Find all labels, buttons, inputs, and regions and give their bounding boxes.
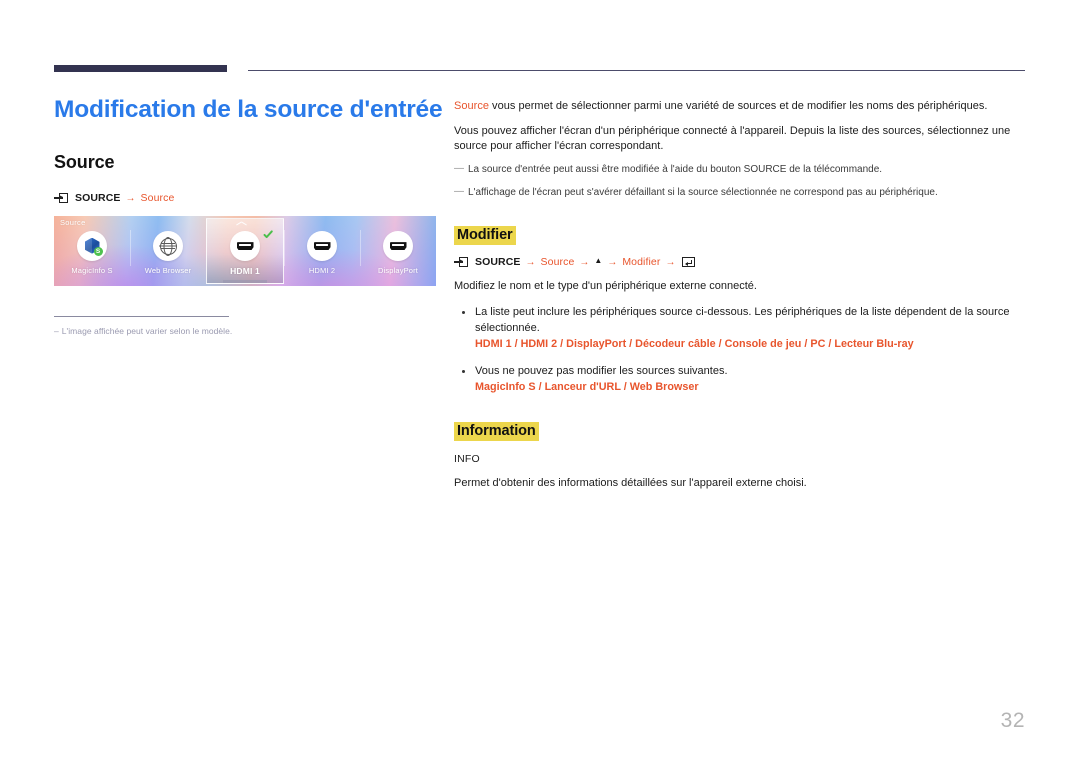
source-item-label: HDMI 2 — [308, 266, 336, 276]
document-page: Modification de la source d'entrée Sourc… — [0, 0, 1080, 763]
source-item-web-browser[interactable]: Web Browser — [130, 224, 206, 286]
intro-note-2: — L'affichage de l'écran peut s'avérer d… — [454, 186, 1026, 201]
breadcrumb-target: Source — [140, 192, 175, 205]
breadcrumb-arrow-icon: → — [125, 192, 136, 204]
bullet-text: La liste peut inclure les périphériques … — [475, 305, 1010, 334]
footnote-rule — [54, 316, 229, 318]
information-description: Permet d'obtenir des informations détail… — [454, 476, 807, 489]
magicinfo-badge: S — [93, 247, 103, 257]
source-item-label: DisplayPort — [378, 266, 418, 276]
source-item-displayport[interactable]: DisplayPort — [360, 224, 436, 286]
breadcrumb-key-label: SOURCE — [75, 192, 121, 205]
breadcrumb-arrow-icon: → — [579, 256, 590, 268]
source-key-icon — [454, 257, 468, 268]
item-divider — [284, 230, 285, 267]
intro-paragraph-2: Vous pouvez afficher l'écran d'un périph… — [454, 124, 1011, 153]
source-item-label: Web Browser — [144, 266, 192, 276]
source-item-label: HDMI 1 — [230, 266, 260, 277]
globe-icon — [159, 237, 177, 255]
bullet-text: Vous ne pouvez pas modifier les sources … — [475, 364, 728, 377]
breadcrumb-arrow-icon: → — [665, 256, 676, 268]
tv-stand — [223, 280, 267, 284]
footnote-body: L'image affichée peut varier selon le mo… — [61, 326, 233, 337]
note-text: L'affichage de l'écran peut s'avérer déf… — [468, 186, 938, 198]
source-item-hdmi-2[interactable]: HDMI 2 — [284, 224, 360, 286]
note-dash-icon: — — [454, 185, 464, 197]
bullet-device-list: HDMI 1 / HDMI 2 / DisplayPort / Décodeur… — [475, 338, 914, 351]
intro-paragraph-1: Source vous permet de sélectionner parmi… — [454, 99, 1026, 115]
heading-information: Information — [454, 421, 539, 441]
section-heading-source: Source — [54, 152, 115, 173]
header-rule-thick — [54, 65, 227, 72]
source-icon-wrap — [153, 231, 183, 262]
intro-note-1: — La source d'entrée peut aussi être mod… — [454, 163, 1026, 178]
source-key-icon — [54, 193, 68, 204]
heading-modifier: Modifier — [454, 226, 516, 246]
list-item: La liste peut inclure les périphériques … — [454, 305, 1026, 353]
right-column: Source vous permet de sélectionner parmi… — [454, 99, 1026, 492]
intro-lead-rest: vous permet de sélectionner parmi une va… — [488, 100, 988, 112]
check-icon — [262, 230, 274, 239]
breadcrumb-arrow-icon: → — [525, 256, 536, 268]
source-list: S MagicInfo S Web Browser HDMI 1 HDMI 2 … — [54, 218, 436, 286]
page-number: 32 — [1000, 709, 1025, 732]
breadcrumb-modifier: SOURCE → Source → ▲ → Modifier → — [454, 256, 1026, 268]
breadcrumb-arrow-icon: → — [607, 256, 618, 268]
footnote-dash: ‒ — [54, 326, 59, 337]
list-item: Vous ne pouvez pas modifier les sources … — [454, 364, 1026, 396]
enter-key-icon — [682, 257, 696, 268]
note-text: La source d'entrée peut aussi être modif… — [468, 164, 883, 176]
displayport-icon — [389, 242, 407, 251]
header-rule-thin — [248, 70, 1025, 72]
source-icon-wrap — [307, 231, 337, 262]
header-rule — [54, 65, 1025, 75]
bullet-device-list: MagicInfo S / Lanceur d'URL / Web Browse… — [475, 381, 699, 394]
intro-lead-accent: Source — [454, 100, 489, 112]
modifier-bullet-list: La liste peut inclure les périphériques … — [454, 305, 1026, 396]
magicinfo-cube-icon: S — [83, 237, 103, 257]
source-item-magicinfo-s[interactable]: S MagicInfo S — [54, 224, 130, 286]
footnote-text: ‒ L'image affichée peut varier selon le m… — [54, 326, 284, 336]
item-divider — [360, 230, 361, 267]
hdmi-port-icon — [313, 242, 331, 251]
source-icon-wrap — [383, 231, 413, 262]
source-icon-wrap — [230, 231, 260, 262]
breadcrumb-step-modifier: Modifier — [622, 256, 661, 269]
hdmi-port-icon — [236, 242, 254, 251]
source-item-hdmi-1[interactable]: HDMI 1 — [206, 218, 284, 285]
breadcrumb-step-source: Source — [540, 256, 575, 269]
footnote-block: ‒ L'image affichée peut varier selon le m… — [54, 316, 284, 336]
information-key-label: INFO — [454, 452, 480, 465]
breadcrumb-source: SOURCE → Source — [54, 192, 436, 204]
source-icon-wrap: S — [77, 231, 107, 262]
source-item-label: MagicInfo S — [71, 266, 113, 276]
triangle-up-icon: ▲ — [594, 256, 603, 266]
left-column: Modification de la source d'entrée Sourc… — [54, 96, 443, 336]
breadcrumb-key-label: SOURCE — [475, 256, 521, 269]
modifier-description: Modifiez le nom et le type d'un périphér… — [454, 280, 757, 293]
page-title: Modification de la source d'entrée — [54, 96, 443, 123]
note-dash-icon: — — [454, 163, 464, 175]
tv-source-screenshot: Source S MagicInfo S Web Browser HDMI 1 … — [54, 216, 436, 287]
item-divider — [130, 230, 131, 267]
